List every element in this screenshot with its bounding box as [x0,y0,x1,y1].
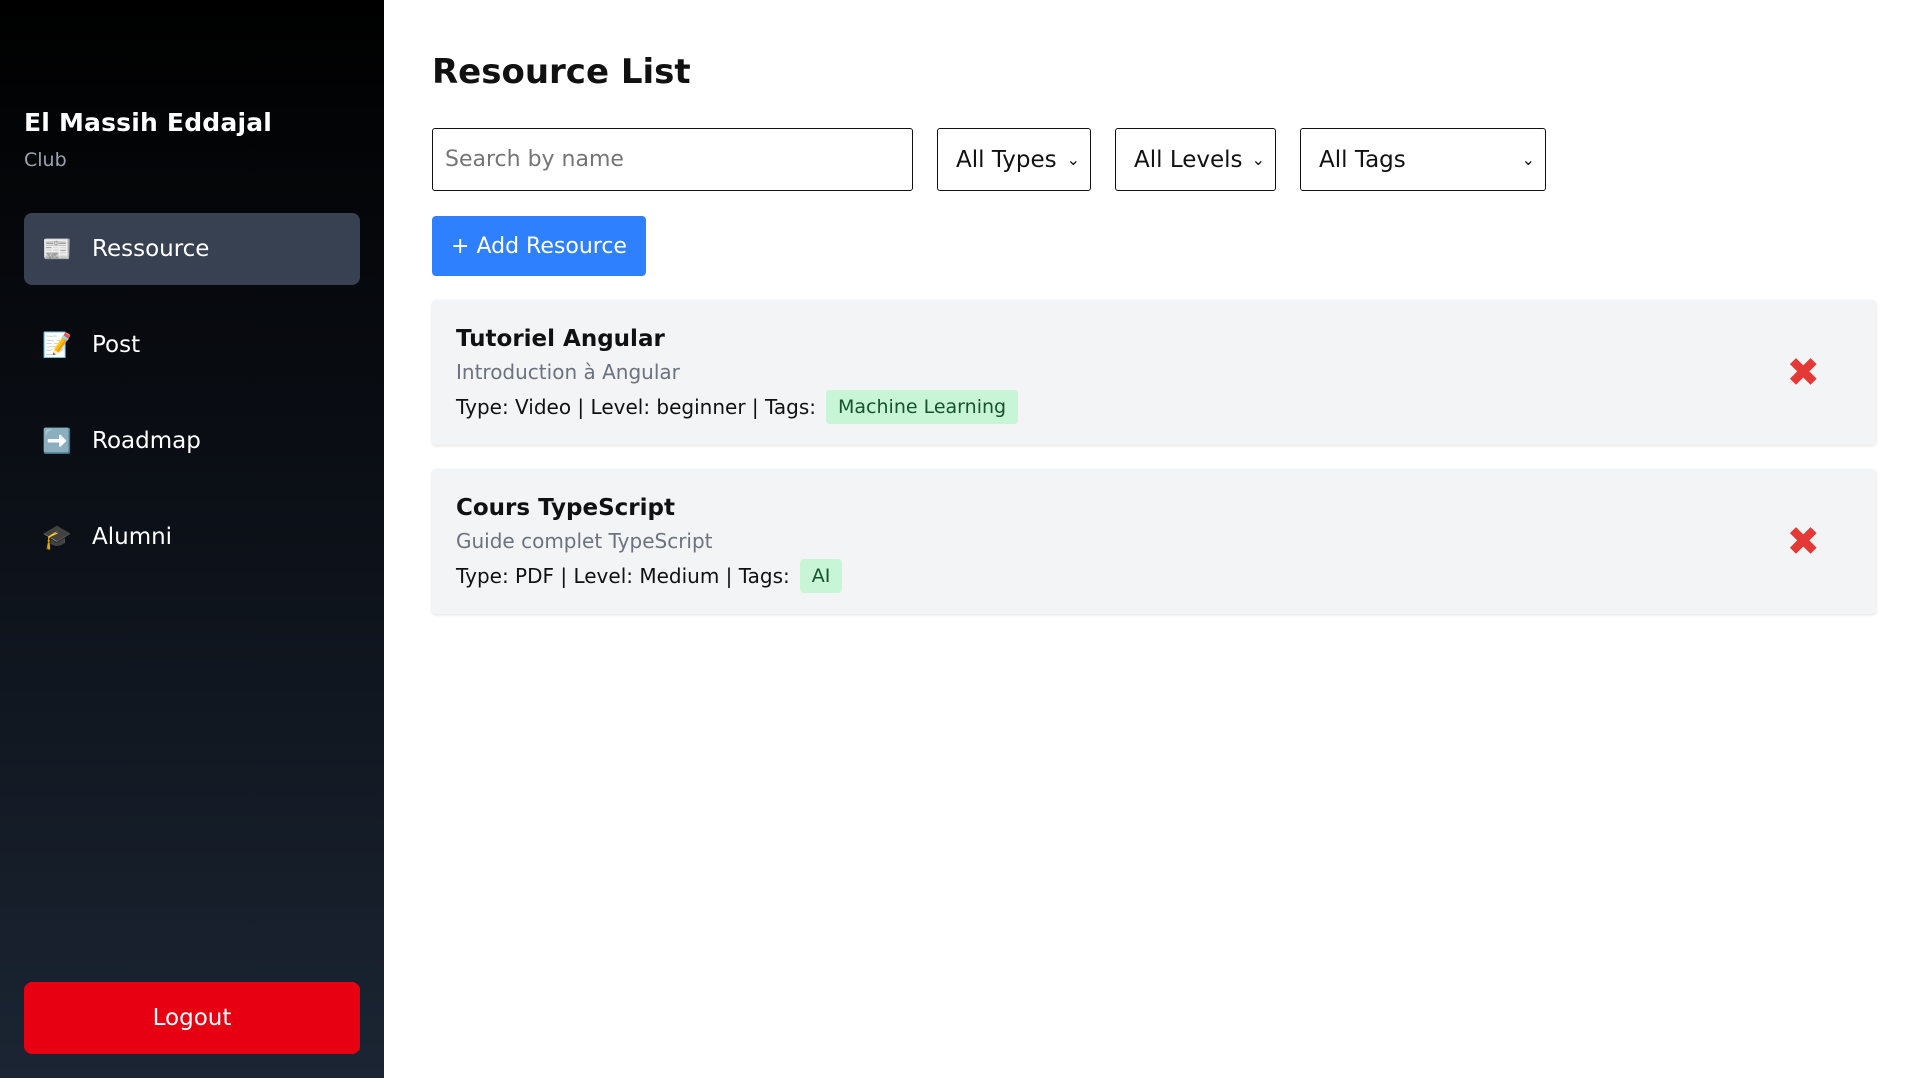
brand-subtitle: Club [24,149,67,171]
level-filter-value: All Levels [1134,146,1243,173]
graduation-cap-icon: 🎓 [42,523,72,551]
main-content: Resource List All Types ⌄ All Levels ⌄ A… [384,0,1920,1078]
type-filter-select[interactable]: All Types ⌄ [937,128,1091,191]
resource-title: Cours TypeScript [456,495,675,521]
level-filter-select[interactable]: All Levels ⌄ [1115,128,1276,191]
resource-meta-text: Type: PDF | Level: Medium | Tags: [456,564,790,588]
sidebar-item-label: Post [92,332,141,358]
filter-bar: All Types ⌄ All Levels ⌄ All Tags ⌄ [432,128,1876,191]
brand: El Massih Eddajal Club [24,108,272,171]
logout-button[interactable]: Logout [24,982,360,1054]
app-root: El Massih Eddajal Club 📰 Ressource 📝 Pos… [0,0,1920,1078]
tag-badge: Machine Learning [826,390,1019,424]
tag-badge: AI [799,559,843,593]
type-filter-value: All Types [956,146,1057,173]
resource-description: Guide complet TypeScript [456,529,713,553]
newspaper-icon: 📰 [42,235,72,263]
chevron-down-icon: ⌄ [1521,150,1535,169]
resource-meta-text: Type: Video | Level: beginner | Tags: [456,395,817,419]
resource-card: Cours TypeScript Guide complet TypeScrip… [432,469,1876,614]
tags-filter-select[interactable]: All Tags ⌄ [1300,128,1546,191]
tags-filter-value: All Tags [1319,146,1406,173]
add-resource-button[interactable]: + Add Resource [432,216,646,276]
delete-icon[interactable]: ✖ [1786,353,1820,393]
resource-title: Tutoriel Angular [456,326,665,352]
sidebar: El Massih Eddajal Club 📰 Ressource 📝 Pos… [0,0,384,1078]
sidebar-item-roadmap[interactable]: ➡️ Roadmap [24,405,360,477]
resource-card: Tutoriel Angular Introduction à Angular … [432,300,1876,445]
memo-icon: 📝 [42,331,72,359]
sidebar-item-label: Ressource [92,236,210,262]
sidebar-nav: 📰 Ressource 📝 Post ➡️ Roadmap 🎓 Alumni [24,213,360,597]
delete-icon[interactable]: ✖ [1786,522,1820,562]
search-input[interactable] [432,128,913,191]
sidebar-item-alumni[interactable]: 🎓 Alumni [24,501,360,573]
resource-list: Tutoriel Angular Introduction à Angular … [432,300,1876,614]
resource-description: Introduction à Angular [456,360,680,384]
chevron-down-icon: ⌄ [1251,150,1265,169]
resource-meta: Type: Video | Level: beginner | Tags: Ma… [456,390,1852,424]
arrow-right-icon: ➡️ [42,427,72,455]
sidebar-item-post[interactable]: 📝 Post [24,309,360,381]
sidebar-item-ressource[interactable]: 📰 Ressource [24,213,360,285]
sidebar-item-label: Roadmap [92,428,201,454]
sidebar-item-label: Alumni [92,524,173,550]
page-title: Resource List [432,52,691,92]
brand-name: El Massih Eddajal [24,108,273,137]
resource-meta: Type: PDF | Level: Medium | Tags: AI [456,559,1852,593]
chevron-down-icon: ⌄ [1066,150,1080,169]
